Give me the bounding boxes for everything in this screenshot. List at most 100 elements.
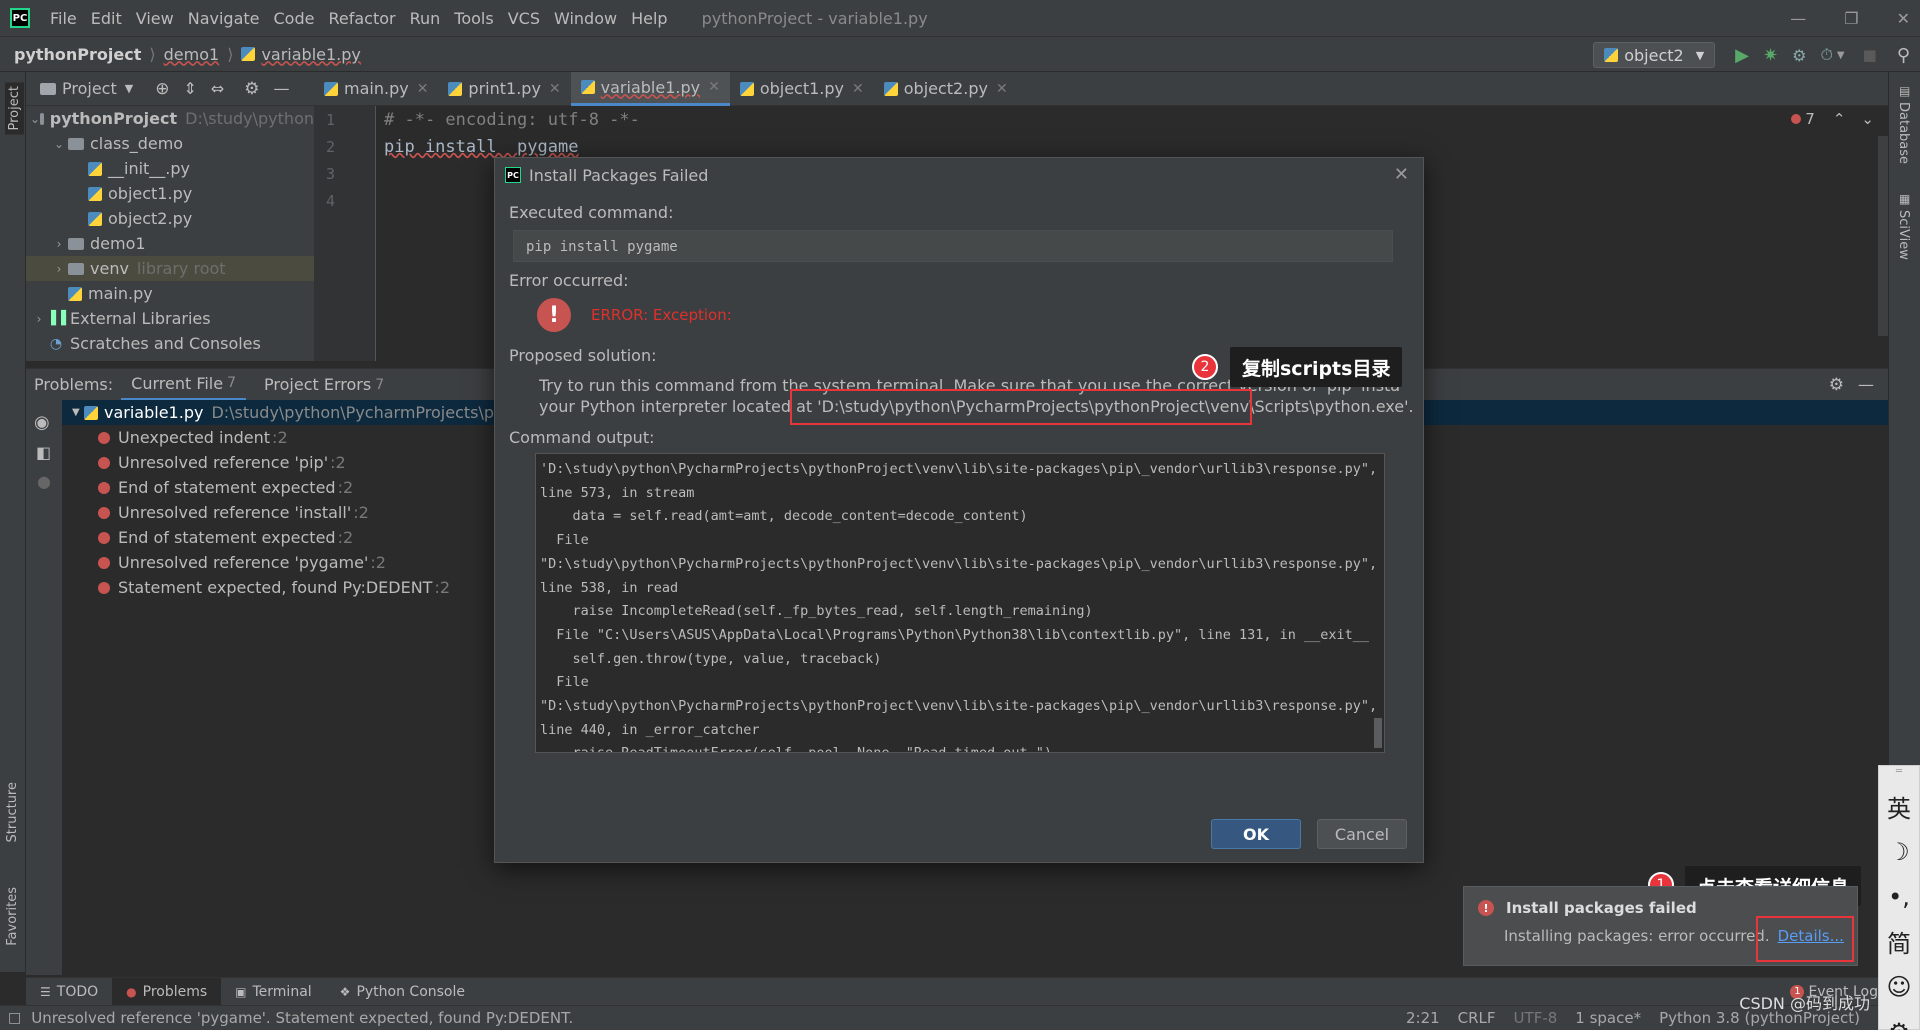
chevron-down-icon[interactable]: ▼: [1837, 50, 1845, 61]
chevron-right-icon[interactable]: ›: [50, 262, 68, 276]
tree-item[interactable]: ⌄ class_demo: [26, 131, 314, 156]
scrollbar[interactable]: [1374, 718, 1382, 748]
hide-panel-icon[interactable]: —: [1858, 375, 1874, 394]
problems-tab[interactable]: Current File 7: [121, 369, 247, 401]
sciview-tool-button[interactable]: SciView: [1896, 210, 1911, 260]
python-file-icon: [88, 186, 102, 201]
menu-item[interactable]: View: [136, 9, 174, 28]
bottom-tab[interactable]: ▣ Terminal: [221, 978, 326, 1006]
bottom-tab[interactable]: ● Problems: [112, 977, 222, 1006]
chevron-down-icon[interactable]: ▼: [125, 82, 133, 95]
menu-item[interactable]: Code: [274, 9, 315, 28]
project-panel-title[interactable]: Project: [62, 79, 117, 98]
maximize-icon[interactable]: ❐: [1844, 9, 1858, 28]
status-toggle-icon[interactable]: □: [8, 1010, 21, 1026]
database-tool-button[interactable]: Database: [1896, 102, 1911, 164]
chevron-down-icon[interactable]: ⌄: [30, 112, 40, 126]
structure-tool-button[interactable]: Structure: [5, 782, 20, 842]
tree-item[interactable]: object1.py: [26, 181, 314, 206]
collapse-all-icon[interactable]: ⇔: [211, 79, 224, 98]
menu-item[interactable]: Tools: [454, 9, 493, 28]
bottom-tab[interactable]: ❖ Python Console: [326, 978, 479, 1006]
tree-item[interactable]: __init__.py: [26, 156, 314, 181]
close-tab-icon[interactable]: ✕: [708, 79, 720, 95]
editor-tab[interactable]: object2.py ✕: [874, 72, 1018, 106]
ime-key[interactable]: ☽: [1879, 829, 1919, 874]
lightbulb-icon[interactable]: ●: [37, 472, 62, 491]
chevron-down-icon[interactable]: ⌄: [50, 137, 68, 151]
editor-tab[interactable]: variable1.py ✕: [570, 71, 730, 106]
breadcrumb-item-folder[interactable]: demo1: [164, 45, 220, 64]
previous-highlight-icon[interactable]: ⌃: [1833, 110, 1846, 128]
close-window-icon[interactable]: ✕: [1897, 9, 1910, 28]
menu-item[interactable]: File: [50, 9, 77, 28]
close-icon[interactable]: ✕: [1394, 164, 1409, 185]
run-configuration-select[interactable]: object2 ▼: [1593, 42, 1716, 68]
ime-key[interactable]: ⚙: [1879, 1009, 1919, 1030]
coverage-icon[interactable]: ⚙: [1792, 46, 1806, 65]
gear-icon[interactable]: ⚙: [1829, 375, 1844, 395]
scrollbar[interactable]: [1878, 136, 1888, 336]
menu-item[interactable]: Navigate: [188, 9, 260, 28]
code-line[interactable]: # -*- encoding: utf-8 -*-: [376, 106, 1888, 133]
preview-icon[interactable]: ◧: [36, 443, 62, 462]
menu-item[interactable]: Edit: [91, 9, 122, 28]
chevron-right-icon[interactable]: ›: [50, 237, 68, 251]
cancel-button[interactable]: Cancel: [1317, 819, 1407, 849]
profile-icon[interactable]: ⏱: [1820, 45, 1832, 65]
ime-key[interactable]: 英: [1879, 784, 1919, 829]
menu-item[interactable]: Window: [554, 9, 617, 28]
ime-handle[interactable]: ═: [1879, 766, 1919, 784]
ime-key[interactable]: 简: [1879, 919, 1919, 964]
ok-button[interactable]: OK: [1211, 819, 1301, 849]
tree-item-hint: library root: [136, 259, 226, 278]
tree-item[interactable]: ◔ Scratches and Consoles: [26, 331, 314, 356]
menu-item[interactable]: VCS: [508, 9, 540, 28]
menu-item[interactable]: Refactor: [328, 9, 395, 28]
tree-item[interactable]: › demo1: [26, 231, 314, 256]
stop-icon[interactable]: ■: [1863, 46, 1877, 64]
tree-item[interactable]: › venv library root: [26, 256, 314, 281]
ime-key[interactable]: •,: [1879, 874, 1919, 919]
menu-item[interactable]: Help: [631, 9, 667, 28]
problems-tab[interactable]: Project Errors 7: [254, 369, 394, 401]
hide-panel-icon[interactable]: —: [274, 79, 290, 98]
project-tool-button[interactable]: Project: [5, 82, 24, 135]
close-tab-icon[interactable]: ✕: [996, 81, 1008, 97]
search-icon[interactable]: ⚲: [1897, 45, 1910, 66]
tree-item[interactable]: object2.py: [26, 206, 314, 231]
caret-position[interactable]: 2:21: [1406, 1009, 1440, 1027]
run-icon[interactable]: ▶: [1735, 45, 1749, 66]
ime-key[interactable]: ☺: [1879, 964, 1919, 1009]
line-separator[interactable]: CRLF: [1458, 1009, 1496, 1027]
breadcrumb-item-file[interactable]: variable1.py: [261, 45, 360, 64]
next-highlight-icon[interactable]: ⌄: [1861, 110, 1874, 128]
tree-item[interactable]: ⌄ pythonProject D:\study\python: [26, 106, 314, 131]
editor-tab[interactable]: object1.py ✕: [730, 72, 874, 106]
error-icon: [98, 556, 110, 569]
error-count[interactable]: 7: [1805, 110, 1815, 128]
minimize-icon[interactable]: —: [1790, 9, 1806, 28]
file-encoding[interactable]: UTF-8: [1514, 1009, 1558, 1027]
close-tab-icon[interactable]: ✕: [852, 81, 864, 97]
editor-tab[interactable]: print1.py ✕: [438, 72, 570, 106]
close-tab-icon[interactable]: ✕: [417, 81, 429, 97]
favorites-tool-button[interactable]: Favorites: [5, 887, 20, 946]
tree-item[interactable]: › ▐▐ External Libraries: [26, 306, 314, 331]
locate-icon[interactable]: ⊕: [155, 79, 169, 99]
breadcrumb-item-project[interactable]: pythonProject: [14, 45, 141, 64]
debug-icon[interactable]: ✷: [1763, 45, 1778, 66]
eye-icon[interactable]: ◉: [34, 412, 62, 433]
error-indicator-icon: [1791, 114, 1802, 124]
close-tab-icon[interactable]: ✕: [549, 81, 561, 97]
gear-icon[interactable]: ⚙: [244, 79, 259, 99]
indent-setting[interactable]: 1 space*: [1575, 1009, 1641, 1027]
expand-all-icon[interactable]: ⇕: [183, 79, 196, 98]
bottom-tab[interactable]: ☰ TODO: [26, 978, 112, 1006]
code-line[interactable]: pip install pygame: [376, 133, 1888, 160]
menu-item[interactable]: Run: [410, 9, 441, 28]
executed-command-field[interactable]: pip install pygame: [513, 230, 1393, 262]
editor-tab[interactable]: main.py ✕: [314, 72, 438, 106]
command-output-area[interactable]: 'D:\study\python\PycharmProjects\pythonP…: [535, 453, 1385, 753]
tree-item[interactable]: main.py: [26, 281, 314, 306]
